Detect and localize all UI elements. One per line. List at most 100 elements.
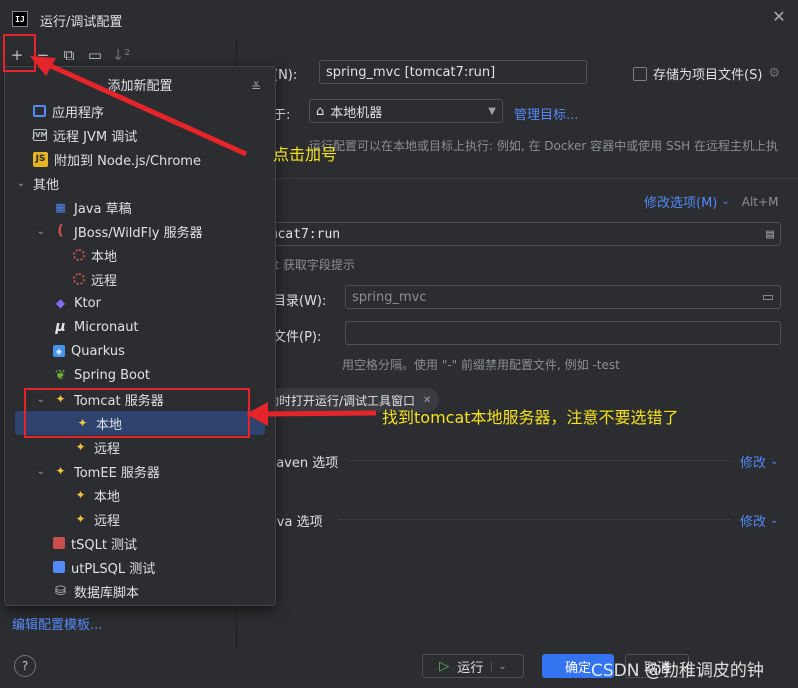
tree-item-label: TomEE 服务器 [74, 465, 160, 481]
tree-item-application[interactable]: 应用程序 [15, 99, 104, 123]
profiles-input[interactable] [345, 321, 781, 345]
modify-shortcut: Alt+M [741, 194, 779, 209]
tree-item-tomee-remote[interactable]: ✦ 远程 [55, 507, 120, 531]
micronaut-icon: μ [55, 319, 66, 335]
tree-item-tomee-local[interactable]: ✦ 本地 [55, 483, 120, 507]
tree-item-tsqlt[interactable]: tSQLt 测试 [35, 531, 137, 555]
watermark: CSDN @勃稚调皮的钟 [591, 661, 764, 681]
tree-item-tomcat-remote[interactable]: ✦ 远程 [55, 435, 120, 459]
tree-item-label: Micronaut [74, 319, 139, 335]
close-icon[interactable]: ✕ [770, 8, 788, 26]
tomee-icon: ✦ [55, 464, 66, 478]
run-button[interactable]: ▷ 运行 ⌄ [422, 654, 524, 678]
tree-item-label: 远程 JVM 调试 [53, 129, 138, 145]
edit-config-templates-link[interactable]: 编辑配置模板... [12, 614, 102, 633]
tree-group-jboss[interactable]: ⌄ ( JBoss/WildFly 服务器 [35, 219, 203, 243]
jboss-icon: ( [57, 223, 64, 239]
database-icon: ⛁ [55, 583, 66, 599]
home-icon: ⌂ [316, 103, 325, 119]
folder-icon[interactable]: ▭ [84, 44, 106, 66]
sort-icon[interactable]: ↓² [110, 44, 132, 66]
tree-item-label: Ktor [74, 295, 101, 311]
command-line-input[interactable]: tomcat7:run ▤ [247, 222, 781, 246]
tree-item-label: 远程 [94, 441, 121, 457]
add-new-config-popup: 添加新配置 ≚ 应用程序 JVM 远程 JVM 调试 JS 附加到 Node.js/… [4, 66, 276, 606]
settings-gear-icon[interactable]: ⚙ [768, 66, 780, 81]
java-modify-link[interactable]: 修改 [740, 511, 766, 530]
tree-item-database-script[interactable]: ⛁ 数据库脚本 [35, 579, 139, 603]
application-icon [33, 105, 46, 117]
workdir-value: spring_mvc [352, 289, 427, 305]
chevron-down-icon: ⌄ [36, 465, 46, 477]
maven-modify-link[interactable]: 修改 [740, 452, 766, 471]
tree-item-spring-boot[interactable]: ❦ Spring Boot [35, 363, 150, 387]
tree-item-nodejs[interactable]: JS 附加到 Node.js/Chrome [15, 147, 201, 171]
tree-item-label: 远程 [94, 513, 121, 529]
tree-item-label: 附加到 Node.js/Chrome [54, 153, 201, 169]
tree-item-label: tSQLt 测试 [71, 537, 138, 553]
tree-item-label: 本地 [91, 249, 118, 265]
jboss-remote-icon [73, 273, 85, 285]
tree-item-label: JBoss/WildFly 服务器 [74, 225, 203, 241]
folder-browse-icon[interactable]: ▭ [762, 290, 774, 305]
chevron-down-icon: ⌄ [770, 456, 779, 467]
run-on-hint: 运行配置可以在本地或目标上执行: 例如, 在 Docker 容器中或使用 SSH… [309, 139, 779, 153]
title-bar: IJ 运行/调试配置 ✕ [0, 0, 798, 38]
chevron-down-icon: ▼ [488, 105, 496, 117]
java-scratch-icon: ▦ [55, 200, 66, 214]
tree-item-java-scratch[interactable]: ▦ Java 草稿 [35, 195, 132, 219]
ktor-icon: ◆ [55, 296, 66, 310]
annotation-tomcat-hint: 找到tomcat本地服务器，注意不要选错了 [382, 408, 679, 427]
popup-title: 添加新配置 [107, 79, 173, 94]
tree-item-label: 本地 [94, 489, 121, 505]
tree-item-label: Java 草稿 [74, 201, 132, 217]
chevron-down-icon: ⌄ [16, 177, 26, 189]
tree-item-label: 其他 [33, 177, 60, 193]
tree-item-label: Spring Boot [74, 367, 151, 383]
tree-group-tomee[interactable]: ⌄ ✦ TomEE 服务器 [35, 459, 160, 483]
quarkus-icon: ◈ [53, 345, 65, 357]
tomee-remote-icon: ✦ [75, 512, 86, 526]
annotation-add-hint: 点击加号 [273, 145, 338, 164]
divider [237, 178, 798, 179]
tree-item-remote-jvm[interactable]: JVM 远程 JVM 调试 [15, 123, 137, 147]
workdir-input[interactable]: spring_mvc ▭ [345, 285, 781, 309]
help-button[interactable]: ? [14, 655, 36, 677]
modify-options-link[interactable]: 修改选项(M) [644, 192, 717, 211]
tree-item-micronaut[interactable]: μ Micronaut [35, 315, 139, 339]
annotation-box-tomcat [24, 388, 250, 438]
annotation-box-add [3, 34, 36, 72]
spring-boot-icon: ❦ [55, 367, 66, 383]
window-title: 运行/调试配置 [40, 15, 123, 30]
chevron-down-icon[interactable]: ⌄ [491, 660, 507, 672]
name-input[interactable]: spring_mvc [tomcat7:run] [319, 60, 587, 84]
nodejs-icon: JS [33, 151, 48, 167]
divider [347, 460, 731, 461]
intellij-logo-icon: IJ [12, 11, 28, 27]
tree-item-quarkus[interactable]: ◈ Quarkus [35, 339, 125, 363]
profiles-hint: 用空格分隔。使用 "-" 前缀禁用配置文件, 例如 -test [342, 358, 620, 372]
run-on-select[interactable]: ⌂ 本地机器 ▼ [309, 99, 503, 123]
tree-group-other[interactable]: ⌄ 其他 [15, 171, 59, 195]
expand-field-icon[interactable]: ▤ [766, 227, 774, 242]
run-on-value: 本地机器 [330, 105, 383, 121]
tree-item-label: Quarkus [71, 343, 125, 359]
chevron-down-icon: ⌄ [36, 225, 46, 237]
tree-item-label: 应用程序 [52, 105, 105, 121]
tree-item-jboss-local[interactable]: 本地 [55, 243, 117, 267]
collapse-all-icon[interactable]: ≚ [251, 67, 261, 107]
tree-item-utplsql[interactable]: utPLSQL 测试 [35, 555, 155, 579]
remote-jvm-icon: JVM [32, 129, 48, 141]
manage-targets-link[interactable]: 管理目标... [514, 104, 578, 123]
divider [337, 519, 731, 520]
tomee-local-icon: ✦ [75, 488, 86, 502]
tree-item-jboss-remote[interactable]: 远程 [55, 267, 117, 291]
tree-item-label: 数据库脚本 [74, 585, 140, 601]
copy-config-icon[interactable]: ⧉ [58, 44, 80, 66]
tree-item-label: utPLSQL 测试 [71, 561, 156, 577]
tsqlt-icon [53, 537, 65, 549]
store-as-project-checkbox[interactable] [633, 66, 647, 81]
tomcat-remote-icon: ✦ [75, 440, 86, 454]
tree-item-ktor[interactable]: ◆ Ktor [35, 291, 101, 315]
config-form: 名称(N): spring_mvc [tomcat7:run] 存储为项目文件(… [236, 38, 798, 650]
